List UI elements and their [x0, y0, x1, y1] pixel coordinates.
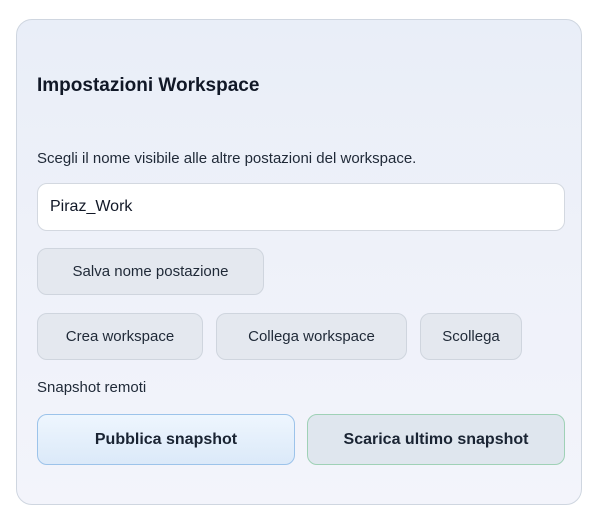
- download-latest-snapshot-button[interactable]: Scarica ultimo snapshot: [307, 414, 565, 465]
- connect-workspace-button[interactable]: Collega workspace: [216, 313, 407, 360]
- remote-snapshots-label: Snapshot remoti: [37, 379, 147, 396]
- workspace-settings-panel: Impostazioni Workspace Scegli il nome vi…: [16, 19, 582, 505]
- publish-snapshot-button[interactable]: Pubblica snapshot: [37, 414, 295, 465]
- panel-description: Scegli il nome visibile alle altre posta…: [37, 150, 417, 167]
- disconnect-workspace-button[interactable]: Scollega: [420, 313, 522, 360]
- station-name-input[interactable]: [37, 183, 565, 231]
- save-station-name-button[interactable]: Salva nome postazione: [37, 248, 264, 295]
- create-workspace-button[interactable]: Crea workspace: [37, 313, 203, 360]
- panel-title: Impostazioni Workspace: [37, 75, 260, 96]
